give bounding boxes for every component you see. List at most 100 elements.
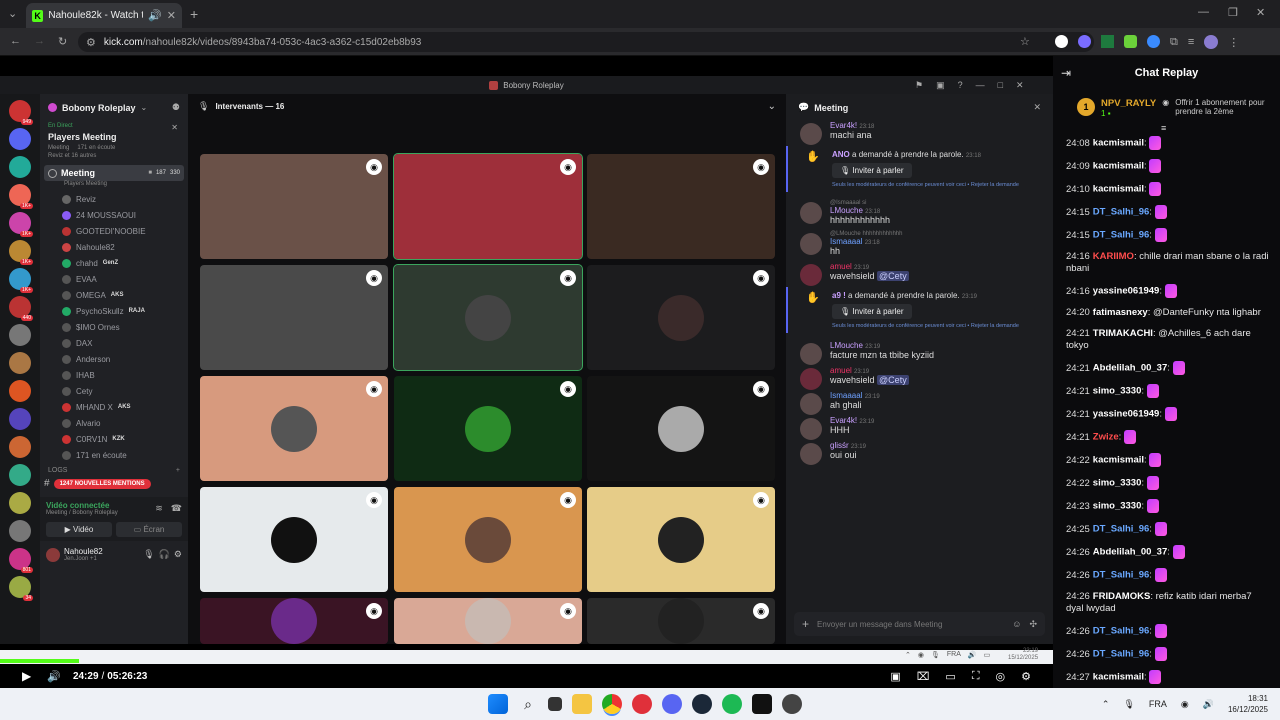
chrome-icon[interactable]: [602, 694, 622, 714]
logs-category[interactable]: LOGS +: [40, 463, 188, 478]
inbox-icon[interactable]: ⚑: [915, 80, 923, 91]
server-icon[interactable]: 949: [9, 100, 33, 125]
chat-username[interactable]: Abdelilah_00_37: [1093, 363, 1167, 374]
participant-tile[interactable]: ◉: [393, 264, 583, 371]
minimize-icon[interactable]: —: [1198, 6, 1209, 18]
participant-tile[interactable]: ◉: [587, 487, 775, 592]
clock[interactable]: 18:31 16/12/2025: [1228, 693, 1268, 715]
participant-tile[interactable]: ◉: [200, 487, 388, 592]
reload-icon[interactable]: ↻: [58, 35, 67, 48]
browser-menu-icon[interactable]: ⋮: [1228, 35, 1239, 49]
stage-member[interactable]: MHAND X AKS: [40, 399, 188, 415]
chat-username[interactable]: simo_3330: [1093, 501, 1142, 512]
back-icon[interactable]: ←: [10, 35, 21, 47]
keyboard-language[interactable]: FRA: [1149, 699, 1167, 709]
app-icon[interactable]: [632, 694, 652, 714]
participant-tile[interactable]: ◉: [587, 265, 775, 370]
stage-member[interactable]: Anderson: [40, 351, 188, 367]
expand-icon[interactable]: ≡: [1161, 123, 1166, 133]
username[interactable]: LMouche: [830, 206, 863, 215]
play-icon[interactable]: ▶: [22, 669, 31, 683]
server-icon[interactable]: [9, 156, 31, 178]
pinned-gift-banner[interactable]: 1 NPV_RAYLY 1 ▪ ◉ Offrir 1 abonnement po…: [1053, 90, 1280, 133]
chat-username[interactable]: simo_3330: [1093, 386, 1142, 397]
server-icon[interactable]: [9, 408, 31, 430]
stage-member[interactable]: Reviz: [40, 191, 188, 207]
chat-username[interactable]: kacmismail: [1093, 455, 1144, 466]
chat-username[interactable]: simo_3330: [1093, 478, 1142, 489]
server-icon[interactable]: [9, 380, 31, 402]
clip-icon[interactable]: ⌧: [917, 670, 930, 683]
maximize-icon[interactable]: □: [998, 80, 1003, 91]
chat-username[interactable]: kacmismail: [1093, 184, 1144, 195]
headphones-icon[interactable]: 🎧: [159, 549, 170, 560]
user-avatar[interactable]: [800, 233, 822, 255]
server-header[interactable]: Bobony Roleplay ⌄ ⚉: [40, 94, 188, 113]
chat-username[interactable]: TRIMAKACHI: [1093, 328, 1153, 339]
username[interactable]: amuel: [830, 262, 852, 271]
url-field[interactable]: ⚙ kick.com/nahoule82k/videos/8943ba74-05…: [78, 32, 1094, 52]
extension-icon[interactable]: [1078, 35, 1091, 48]
video-progress-bar[interactable]: ⌃ ◉ 🎙 FRA 🔊 ▭ 23:19 15/12/2025: [0, 648, 1053, 664]
server-icon[interactable]: 1K+: [9, 268, 33, 293]
mic-icon[interactable]: 🎙: [1123, 699, 1134, 710]
stage-member[interactable]: OMEGA AKS: [40, 287, 188, 303]
screen-icon[interactable]: ▣: [936, 80, 945, 91]
stage-member[interactable]: PsychoSkullz RAJA: [40, 303, 188, 319]
user-avatar[interactable]: [800, 418, 822, 440]
user-avatar[interactable]: [800, 343, 822, 365]
chat-username[interactable]: kacmismail: [1093, 672, 1144, 683]
username[interactable]: Evar4k!: [830, 416, 857, 425]
user-mention[interactable]: @Cety: [877, 375, 909, 385]
server-icon[interactable]: 34: [9, 576, 33, 601]
volume-icon[interactable]: 🔊: [1203, 699, 1214, 710]
settings-gear-icon[interactable]: ⚙: [174, 549, 182, 560]
collapse-chat-icon[interactable]: ⇥: [1061, 66, 1071, 80]
server-icon[interactable]: 801: [9, 548, 33, 573]
tab-list-icon[interactable]: ⌄: [8, 7, 17, 20]
server-icon[interactable]: 1K+: [9, 240, 33, 265]
apps-icon[interactable]: ✣: [1029, 619, 1037, 630]
stage-member[interactable]: C0RV1N KZK: [40, 431, 188, 447]
chat-username[interactable]: yassine061949: [1093, 286, 1160, 297]
windows-start-icon[interactable]: [488, 694, 508, 714]
fullscreen-icon[interactable]: ⛶: [972, 670, 980, 683]
stage-member[interactable]: Nahoule82: [40, 239, 188, 255]
close-icon[interactable]: ✕: [1033, 102, 1041, 113]
wifi-icon[interactable]: ◉: [1181, 699, 1189, 710]
participant-tile[interactable]: ◉: [587, 598, 775, 644]
close-icon[interactable]: ✕: [1016, 80, 1024, 91]
mic-icon[interactable]: 🎙: [143, 549, 154, 560]
chat-username[interactable]: Abdelilah_00_37: [1093, 547, 1167, 558]
participant-tile[interactable]: ◉: [394, 487, 582, 592]
add-channel-icon[interactable]: +: [176, 467, 180, 474]
add-member-icon[interactable]: ⚉: [172, 102, 180, 113]
stage-member[interactable]: DAX: [40, 335, 188, 351]
username[interactable]: Ismaaaal: [830, 237, 862, 246]
user-avatar[interactable]: [800, 264, 822, 286]
username[interactable]: glisśr: [830, 441, 849, 450]
chat-username[interactable]: fatimasnexy: [1093, 307, 1148, 318]
server-icon[interactable]: [9, 324, 31, 346]
chat-username[interactable]: yassine061949: [1093, 409, 1160, 420]
participant-tile[interactable]: ◉: [200, 598, 388, 644]
participant-tile[interactable]: ◉: [587, 376, 775, 481]
username[interactable]: Ismaaaal: [830, 391, 862, 400]
server-icon[interactable]: [9, 352, 31, 374]
server-icon[interactable]: [9, 520, 31, 542]
stage-member[interactable]: 24 MOUSSAOUI: [40, 207, 188, 223]
chat-username[interactable]: FRIDAMOKS: [1093, 591, 1151, 602]
reading-list-icon[interactable]: ≡: [1188, 35, 1194, 49]
profile-avatar[interactable]: [1204, 35, 1219, 49]
extensions-puzzle-icon[interactable]: ⧉: [1170, 35, 1178, 49]
server-icon[interactable]: 1K+: [9, 212, 33, 237]
user-avatar[interactable]: [46, 547, 60, 562]
chat-username[interactable]: KARIIMO: [1093, 251, 1134, 262]
server-icon[interactable]: [9, 436, 31, 458]
server-icon[interactable]: [9, 128, 31, 150]
participant-tile[interactable]: ◉: [394, 376, 582, 481]
user-avatar[interactable]: [800, 202, 822, 224]
new-mentions-badge[interactable]: 1247 NOUVELLES MENTIONS: [53, 478, 151, 489]
speakers-header[interactable]: 🎙 Intervenants — 16 ⌄: [188, 94, 786, 119]
participant-tile[interactable]: ◉: [200, 154, 388, 259]
